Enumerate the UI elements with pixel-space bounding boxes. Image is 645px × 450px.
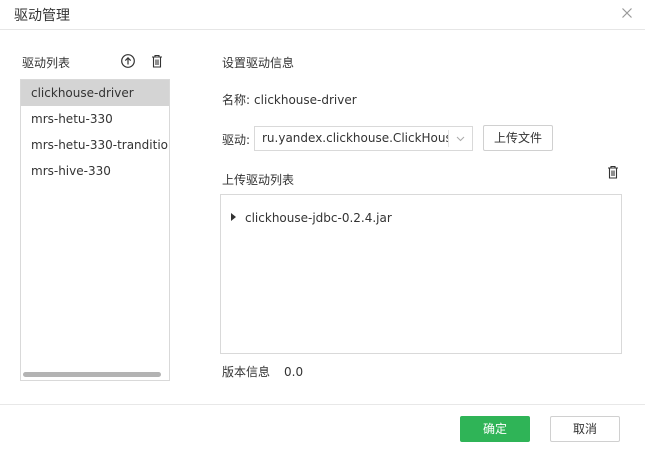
file-name: clickhouse-jdbc-0.2.4.jar (245, 211, 392, 225)
driver-name-row: 名称: clickhouse-driver (222, 91, 357, 108)
add-driver-icon[interactable] (120, 53, 136, 69)
scrollbar-thumb[interactable] (23, 372, 161, 377)
delete-driver-icon[interactable] (149, 53, 165, 69)
cancel-button[interactable]: 取消 (550, 416, 620, 442)
select-divider (448, 130, 449, 147)
driver-list-title: 驱动列表 (22, 56, 71, 70)
upload-list-label: 上传驱动列表 (222, 173, 295, 187)
dialog-title: 驱动管理 (14, 8, 70, 24)
dialog-footer (0, 404, 645, 450)
version-row: 版本信息 0.0 (222, 363, 303, 380)
driver-list-item[interactable]: mrs-hive-330 (21, 158, 169, 184)
driver-list-item[interactable]: mrs-hetu-330 (21, 106, 169, 132)
driver-info-title: 设置驱动信息 (222, 56, 295, 70)
driver-label: 驱动: (222, 133, 251, 147)
delete-file-icon[interactable] (605, 164, 621, 180)
name-value: clickhouse-driver (254, 93, 357, 107)
horizontal-scrollbar[interactable] (22, 372, 168, 377)
confirm-button[interactable]: 确定 (460, 416, 530, 442)
dialog-title-bar: 驱动管理 (0, 0, 645, 30)
version-label: 版本信息 (222, 365, 271, 379)
driver-list-item[interactable]: mrs-hetu-330-tranditional (21, 132, 169, 158)
close-icon[interactable] (619, 5, 635, 21)
version-value: 0.0 (284, 365, 304, 379)
file-tree-item[interactable]: clickhouse-jdbc-0.2.4.jar (231, 211, 392, 225)
driver-list: clickhouse-driver mrs-hetu-330 mrs-hetu-… (20, 79, 170, 381)
driver-list-item[interactable]: clickhouse-driver (21, 80, 169, 106)
driver-class-select[interactable]: ru.yandex.clickhouse.ClickHouseDr (254, 126, 473, 151)
chevron-down-icon[interactable] (456, 136, 465, 142)
upload-file-button[interactable]: 上传文件 (483, 125, 553, 151)
name-label: 名称: (222, 93, 251, 107)
uploaded-file-list: clickhouse-jdbc-0.2.4.jar (220, 194, 622, 354)
caret-right-icon[interactable] (231, 213, 236, 221)
driver-class-value: ru.yandex.clickhouse.ClickHouseDr (262, 131, 448, 145)
